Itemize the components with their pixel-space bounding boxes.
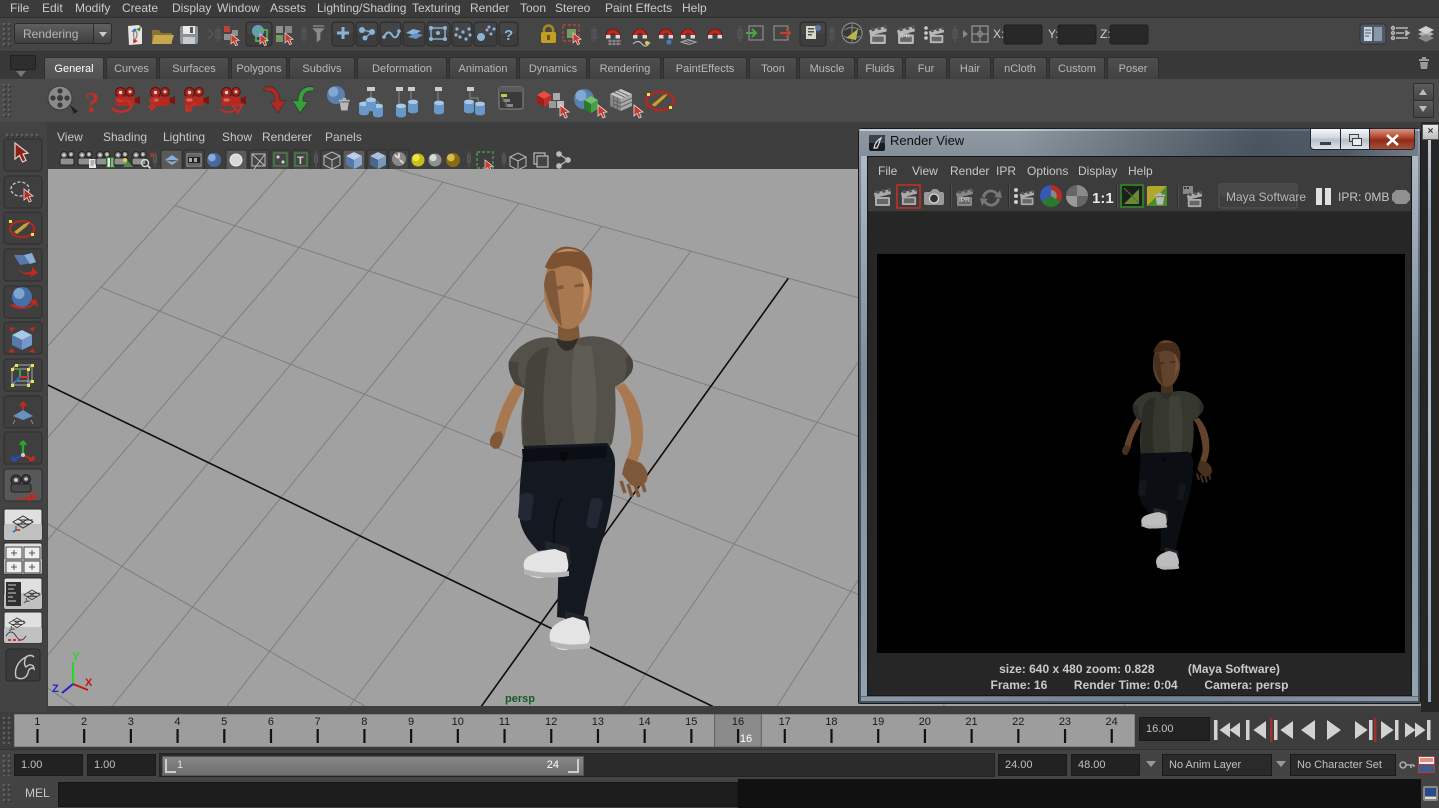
- svg-text:X: X: [85, 677, 93, 689]
- svg-text:18: 18: [825, 716, 837, 728]
- svg-text:6: 6: [268, 716, 274, 728]
- svg-text:10: 10: [452, 716, 464, 728]
- svg-text:16: 16: [740, 733, 752, 745]
- svg-text:2: 2: [81, 716, 87, 728]
- svg-text:?: ?: [504, 27, 513, 44]
- svg-text:9: 9: [408, 716, 414, 728]
- svg-text:X:: X:: [993, 27, 1004, 41]
- svg-text:11: 11: [499, 716, 510, 728]
- svg-text:IPR: IPR: [900, 34, 911, 40]
- svg-text:16: 16: [732, 716, 744, 728]
- svg-text:24: 24: [1106, 716, 1118, 728]
- svg-text:22: 22: [1012, 716, 1024, 728]
- svg-text:Y: Y: [72, 651, 80, 663]
- svg-text:IPR: 0MB: IPR: 0MB: [1338, 190, 1389, 204]
- svg-text:20: 20: [919, 716, 931, 728]
- svg-text:Z: Z: [52, 683, 59, 695]
- svg-text:1:1: 1:1: [1092, 190, 1114, 207]
- svg-text:15: 15: [685, 716, 697, 728]
- svg-text:13: 13: [592, 716, 604, 728]
- svg-text:1: 1: [34, 716, 40, 728]
- svg-text:Y:: Y:: [1048, 27, 1059, 41]
- svg-text:3: 3: [128, 716, 134, 728]
- svg-text:7: 7: [315, 716, 321, 728]
- svg-text:persp: persp: [505, 693, 535, 705]
- svg-text:19: 19: [872, 716, 884, 728]
- svg-text:T: T: [297, 155, 304, 167]
- svg-text:5: 5: [221, 716, 227, 728]
- svg-text:21: 21: [965, 716, 977, 728]
- svg-text:23: 23: [1059, 716, 1071, 728]
- svg-text:?: ?: [85, 87, 100, 119]
- svg-text:12: 12: [545, 716, 557, 728]
- svg-text:8: 8: [361, 716, 367, 728]
- svg-text:IPR: IPR: [959, 197, 970, 204]
- svg-text:Maya Software: Maya Software: [1226, 190, 1306, 204]
- svg-text:4: 4: [174, 716, 180, 728]
- svg-text:14: 14: [638, 716, 650, 728]
- svg-text:Z:: Z:: [1100, 27, 1111, 41]
- svg-text:17: 17: [779, 716, 791, 728]
